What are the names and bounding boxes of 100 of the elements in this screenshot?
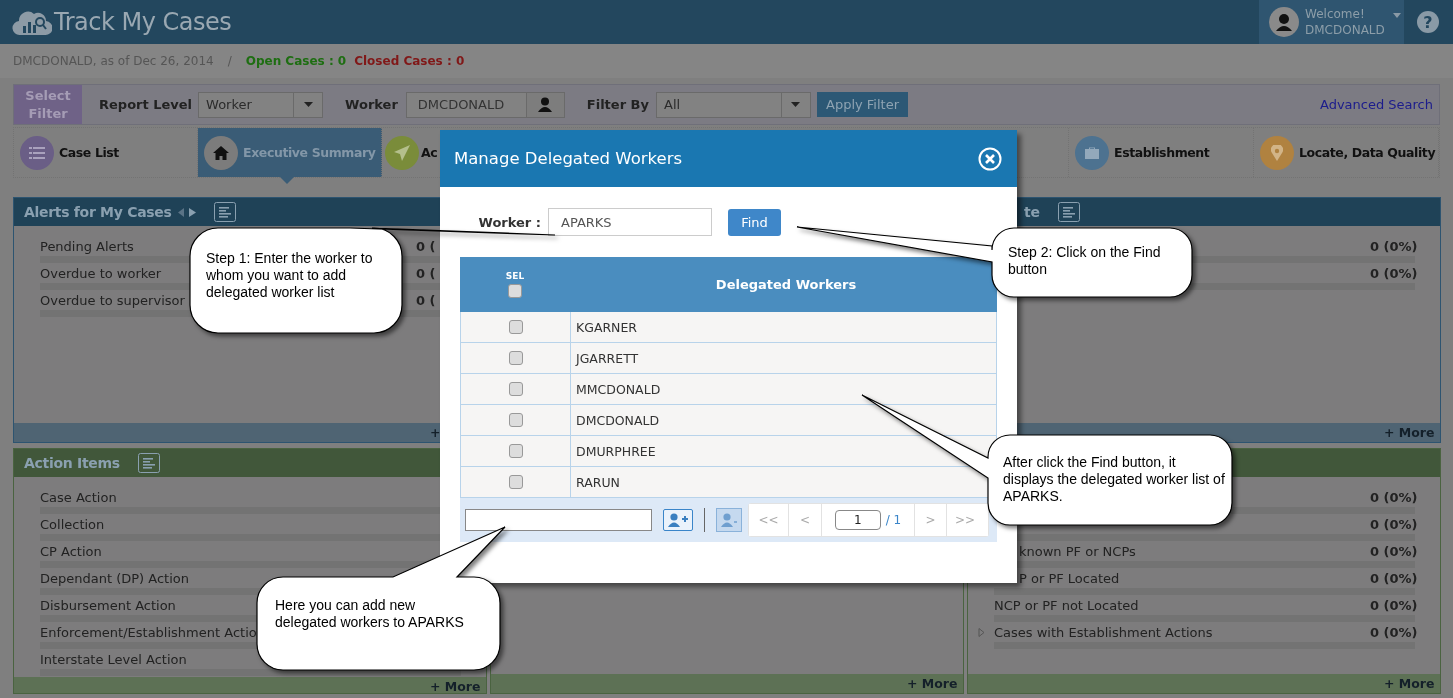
paper-plane-icon [394,144,410,161]
filter-by-label: Filter By [586,97,649,112]
row-label: Case Action [40,489,117,505]
worker-name-cell: DMCDONALD [576,412,660,428]
expand-triangle-icon[interactable] [978,628,985,637]
app-title: Track My Cases [54,8,232,36]
row-label: Disbursement Action [40,597,176,613]
worker-name-cell: KGARNER [576,319,638,335]
dialog-title: Manage Delegated Workers [454,149,683,168]
remove-user-icon [720,513,738,527]
row-label: Enforcement/Establishment Actio [40,624,257,640]
worker-lookup-button[interactable] [526,91,565,118]
row-checkbox[interactable] [508,320,523,334]
row-checkbox[interactable] [508,351,523,365]
row-checkbox[interactable] [508,475,523,489]
find-button[interactable]: Find [728,208,781,236]
row-value: 0 (0%) [1370,489,1415,505]
caret-icon [303,102,313,107]
closed-cases-count: Closed Cases : 0 [354,54,465,68]
left-right-arrows-icon[interactable] [177,207,196,217]
add-worker-button[interactable] [663,509,693,531]
row-value: 0 (0%) [1370,570,1415,586]
panel-title: te [1024,204,1040,220]
worker-name-cell: MMCDONALD [576,381,661,397]
report-level-select[interactable]: Worker [198,91,324,118]
row-label: Cases with Establishment Actions [994,624,1213,640]
row-value: 0 (0%) [1370,516,1415,532]
row-label: Dependant (DP) Action [40,570,190,586]
page-total: / 1 [885,513,902,527]
person-icon [538,97,553,112]
worker-field[interactable]: APARKS [548,208,712,236]
report-level-label: Report Level [99,97,193,112]
first-page-button[interactable]: << [749,504,789,536]
row-label: Overdue to supervisor [40,292,185,308]
nav-tab[interactable]: Case List [14,128,198,177]
row-value: 0 ( [416,265,437,281]
remove-worker-button[interactable] [716,508,742,532]
report-menu-icon[interactable] [1057,202,1080,222]
home-icon [213,145,229,160]
more-link[interactable]: + More [1384,676,1440,691]
worker-name-cell: DMURPHREE [576,443,656,459]
worker-name-cell: JGARRETT [576,350,639,366]
row-checkbox[interactable] [508,382,523,396]
row-value: 0 ( [416,238,437,254]
worker-field[interactable]: DMCDONALD [405,91,527,118]
add-user-icon [668,513,688,527]
nav-tab[interactable]: Establishment [1069,128,1254,177]
filter-by-select[interactable]: All [656,91,811,118]
separator-text: / [227,54,232,68]
caret-icon [1392,12,1401,18]
more-link[interactable]: + More [430,679,486,693]
row-value: 0 (0%) [1370,238,1415,254]
more-link[interactable]: + More [1384,425,1440,440]
row-value: 0 ( [416,292,437,308]
advanced-search-link[interactable]: Advanced Search [1320,97,1433,112]
help-button[interactable]: ? [1417,11,1439,33]
welcome-text: Welcome! [1305,6,1366,22]
user-menu[interactable]: Welcome! DMCDONALD [1259,0,1404,44]
column-header: Delegated Workers [715,277,857,292]
callout-text: Step 1: Enter the worker to whom you want to add delegated worker list [206,250,374,301]
row-value: 0 (0%) [1370,543,1415,559]
row-value: 0 (0%) [1370,265,1415,281]
report-menu-icon[interactable] [137,453,160,473]
row-value: 0 (0%) [1370,624,1415,640]
select-all-checkbox[interactable] [508,284,522,298]
callout-text: Here you can add new delegated workers to APARKS [275,597,465,631]
select-filter-label: Select Filter [14,85,82,124]
row-value: 0 (0%) [1370,597,1415,613]
worker-label: Worker : [477,214,541,230]
list-icon [29,145,45,160]
row-checkbox[interactable] [508,444,523,458]
open-cases-count: Open Cases : 0 [245,54,347,68]
column-header: SEL [505,271,525,281]
page-number-field[interactable]: 1 [834,510,881,530]
row-label: Collection [40,516,105,532]
report-menu-icon[interactable] [213,202,236,222]
worker-name-cell: RARUN [576,474,620,490]
caret-icon [791,102,801,107]
row-label: P or PF Located [1019,570,1120,586]
row-label: CP Action [40,543,102,559]
more-link[interactable]: + More [907,676,963,691]
panel-title: Action Items [24,455,120,471]
nav-tab[interactable]: Locate, Data Quality [1254,128,1439,177]
row-checkbox[interactable] [508,413,523,427]
user-name: DMCDONALD [1305,22,1385,38]
new-worker-field[interactable] [465,509,652,531]
row-label: known PF or NCPs [1019,543,1136,559]
callout-text: After click the Find button, it displays the delegated worker list of APARKS. [1003,454,1225,505]
avatar-icon [1269,7,1299,37]
worker-label: Worker [345,97,398,112]
briefcase-icon [1085,146,1099,159]
row-label: NCP or PF not Located [994,597,1139,613]
apply-filter-button[interactable]: Apply Filter [817,92,908,117]
row-label: Pending Alerts [40,238,134,254]
selected-tab-pointer [280,177,294,184]
callout-text: Step 2: Click on the Find button [1008,244,1162,278]
close-icon[interactable] [978,146,1002,171]
row-label: Overdue to worker [40,265,162,281]
map-pin-icon [1271,144,1283,161]
panel-title: Alerts for My Cases [24,204,172,220]
